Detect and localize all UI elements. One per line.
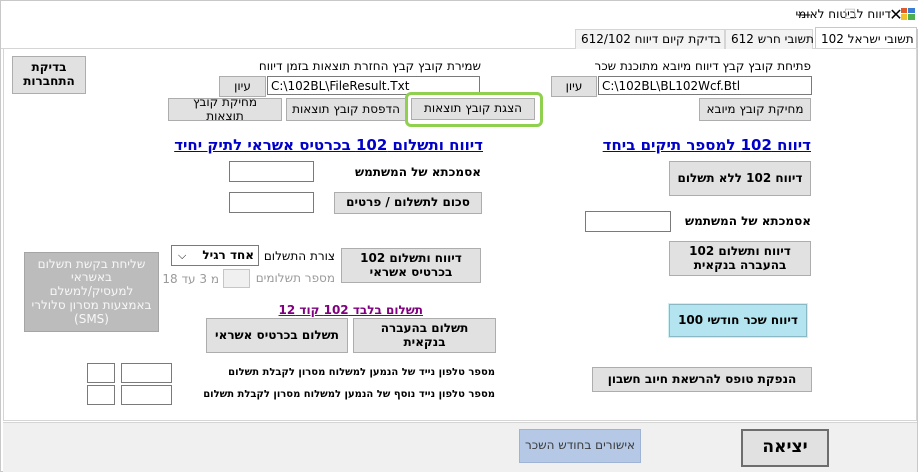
payments-count-label: מספר תשלומים — [255, 271, 335, 285]
payment-only-header: תשלום בלבד 102 קוד 12 — [278, 303, 423, 317]
report-no-payment-button[interactable]: דיווח 102 ללא תשלום — [669, 161, 811, 196]
send-sms-payment-request-button[interactable]: שליחת בקשת תשלום באשראי למעסיק/למשלם באמ… — [24, 252, 159, 332]
tab-israel-102[interactable]: 102 תשובי ישראל — [815, 27, 917, 48]
import-file-label: פתיחת קובץ קבץ דיווח מיובא מתוכנת שכר — [594, 59, 811, 73]
tab-strip: 102 תשובי ישראל 612 תשובי חרש בדיקת קיום… — [1, 27, 918, 49]
close-button[interactable]: ✕ — [873, 1, 918, 29]
credit-card-report-header: דיווח ותשלום 102 בכרטיס אשראי לתיק יחיד — [174, 136, 483, 154]
left-user-ref-input[interactable] — [229, 161, 314, 182]
import-browse-button[interactable]: עיון — [551, 76, 597, 97]
results-browse-button[interactable]: עיון — [219, 76, 266, 97]
payments-count-range-note: מ 3 עד 18 — [162, 272, 219, 286]
multi-file-report-header: דיווח 102 למספר תיקים ביחד — [602, 136, 811, 154]
phone2-prefix-input[interactable] — [87, 385, 115, 405]
tab-612[interactable]: 612 תשובי חרש — [725, 29, 814, 49]
print-debit-authorization-form-button[interactable]: הנפקת טופס להרשאת חיוב חשבון — [592, 367, 812, 392]
amount-details-button[interactable]: סכום לתשלום / פרטים — [334, 192, 482, 214]
tab-check-612-102[interactable]: בדיקת קיום דיווח 612/102 — [575, 29, 725, 49]
salary-month-confirmations-button[interactable]: אישורים בחודש השכר — [519, 429, 641, 463]
import-file-path-input[interactable]: C:\102BL\BL102Wcf.Btl — [598, 76, 812, 95]
check-connection-button[interactable]: בדיקת התחברות — [12, 56, 86, 94]
main-window: דיווח לביטוח לאומי — ☐ ✕ 102 תשובי ישראל… — [0, 0, 918, 472]
exit-button[interactable]: יציאה — [741, 429, 829, 467]
show-results-file-button[interactable]: הצגת קובץ תוצאות — [411, 98, 535, 120]
payments-count-input[interactable] — [223, 269, 250, 288]
payment-form-select[interactable]: ⌵ אחד רגיל — [171, 245, 259, 266]
delete-results-file-button[interactable]: מחיקת קובץ תוצאות — [168, 95, 282, 122]
amount-input[interactable] — [229, 192, 314, 213]
phone1-prefix-input[interactable] — [87, 363, 115, 383]
minimize-button[interactable]: — — [781, 1, 827, 29]
chevron-down-icon: ⌵ — [178, 249, 187, 262]
phone1-number-input[interactable] — [121, 363, 172, 383]
monthly-salary-report-button[interactable]: דיווח שכר חודשי 100 — [669, 304, 807, 337]
left-user-ref-label: אסמכתא של המשתמש — [354, 165, 481, 179]
phone2-number-input[interactable] — [121, 385, 172, 405]
report-credit-card-button[interactable]: דיווח ותשלום 102 בכרטיס אשראי — [341, 248, 481, 283]
pay-bank-transfer-button[interactable]: תשלום בהעברה בנקאית — [353, 318, 496, 353]
right-user-ref-label: אסמכתא של המשתמש — [684, 214, 811, 228]
phone1-label: מספר טלפון נייד של הנמען למשלוח מסרון לק… — [228, 367, 495, 378]
delete-import-file-button[interactable]: מחיקת קובץ מיובא — [699, 98, 811, 121]
pay-credit-card-button[interactable]: תשלום בכרטיס אשראי — [206, 318, 348, 353]
results-file-label: שמירת קובץ קבץ החזרת תוצאות בזמן דיווח — [258, 59, 481, 73]
payment-form-label: צורת התשלום — [263, 249, 335, 263]
title-bar: דיווח לביטוח לאומי — ☐ ✕ — [1, 1, 918, 29]
right-user-ref-input[interactable] — [585, 211, 671, 232]
payment-form-value: אחד רגיל — [202, 248, 254, 262]
report-bank-transfer-button[interactable]: דיווח ותשלום 102 בהעברה בנקאית — [669, 241, 811, 276]
restore-button[interactable]: ☐ — [827, 1, 873, 29]
phone2-label: מספר טלפון נייד נוסף של הנמען למשלוח מסר… — [203, 389, 495, 400]
print-results-file-button[interactable]: הדפסת קובץ תוצאות — [286, 98, 406, 121]
